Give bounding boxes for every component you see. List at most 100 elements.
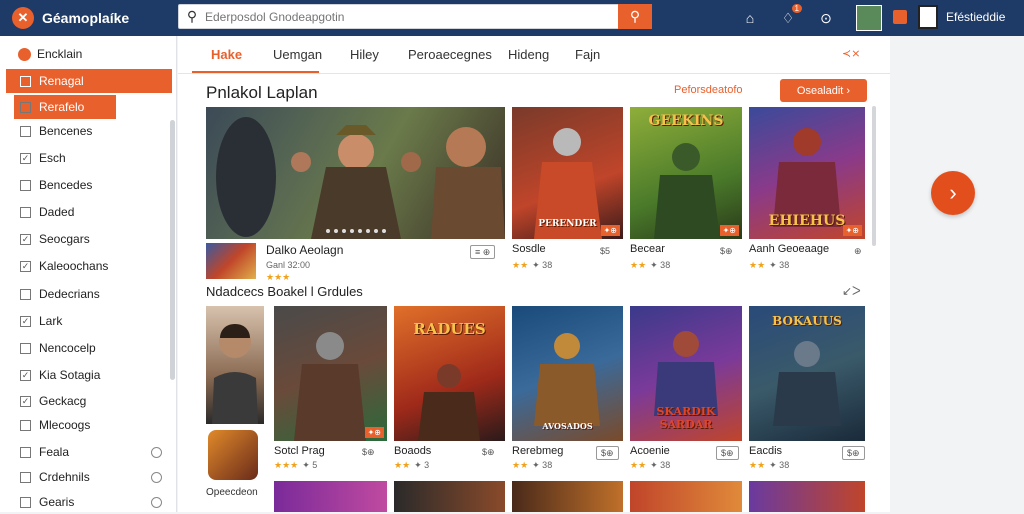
game-card-image[interactable]: RADUES (394, 306, 505, 441)
game-card-image[interactable]: BOKAUUS (749, 306, 865, 441)
card-banner-text: GEEKINS (648, 113, 724, 129)
row-more-icon[interactable]: ↙ᐳ (842, 284, 861, 298)
qr-code-icon[interactable] (918, 5, 938, 29)
game-card-image[interactable] (394, 481, 505, 512)
featured-title[interactable]: Dalko Aeolagn (266, 243, 343, 257)
top-bar: ✕ Géamoplaíke ⚲ ⚲ ⌂ ♢1 ⊙ Eféstieddie (0, 0, 1024, 36)
tab-fajn[interactable]: Fajn (575, 47, 600, 62)
settings-icon[interactable]: ⊙ (816, 10, 836, 27)
notification-badge: 1 (791, 3, 802, 13)
sidebar-item[interactable]: ✓ Kia Sotagia (6, 363, 172, 387)
card-title[interactable]: Sotcl Prag (274, 445, 325, 457)
search-input[interactable] (205, 5, 618, 28)
top-card-image[interactable]: EHIEHUS ✦⊕ (749, 107, 865, 239)
user-name[interactable]: Eféstieddie (946, 10, 1005, 24)
card-stars: ★★ ✦ 38 (630, 460, 670, 471)
game-card-image[interactable] (274, 481, 387, 512)
tab-more-icon[interactable]: ≺⨯ (842, 47, 860, 60)
tab-peroaecegnes[interactable]: Peroaecegnes (408, 47, 492, 62)
top-card-image[interactable]: GEEKINS ✦⊕ (630, 107, 742, 239)
profile-thumbnail[interactable] (206, 306, 264, 424)
featured-banner[interactable] (206, 107, 505, 239)
game-card-image[interactable]: SKARDIK SARDAR (630, 306, 742, 441)
price-label: $5 (600, 246, 611, 256)
search-button[interactable]: ⚲ (618, 4, 652, 29)
sidebar-item[interactable]: Nencocelp (6, 336, 172, 360)
checkbox-icon (20, 206, 31, 218)
sidebar-item[interactable]: ✓ Lark (6, 309, 172, 333)
header-icons: ⌂ ♢ 1 ⊙ (740, 0, 836, 36)
game-card-image[interactable]: AVOSADOS (512, 306, 623, 441)
main-scrollbar[interactable] (872, 106, 876, 246)
sidebar-scrollbar[interactable] (170, 120, 175, 380)
see-all-button[interactable]: Osealadit › (780, 79, 867, 102)
recommend-link[interactable]: Peforsdeatofo (674, 84, 743, 96)
card-title[interactable]: Sosdle (512, 243, 546, 255)
rating-count: ✦ 38 (650, 260, 671, 270)
card-title[interactable]: Rerebmeg (512, 445, 563, 457)
radio-icon[interactable] (151, 496, 162, 508)
sidebar-item-active[interactable]: Renagal (6, 69, 172, 93)
rating-count: ✦ 38 (650, 460, 671, 470)
card-stars: ★★ ✦ 38 (512, 460, 552, 471)
sidebar-item[interactable]: Bencenes (6, 119, 172, 143)
app-icon[interactable] (893, 10, 907, 24)
featured-action-button[interactable]: ≡ ⊕ (470, 245, 496, 259)
sidebar-item[interactable]: Mlecoogs (6, 413, 172, 437)
tab-hideng[interactable]: Hideng (508, 47, 549, 62)
sidebar-item-label: Encklain (37, 47, 83, 61)
checkbox-icon (20, 446, 31, 458)
tab-hake[interactable]: Hake (211, 47, 242, 62)
sidebar-subitem-active[interactable]: Rerafelo (14, 95, 116, 119)
card-banner-text: RADUES (413, 320, 486, 338)
sidebar-item[interactable]: ✓ Kaleoochans (6, 254, 172, 278)
card-stars: ★★★ ✦ 5 (274, 460, 317, 471)
card-banner-text: PERENDER (538, 219, 597, 229)
checkbox-icon (20, 471, 31, 483)
top-card-image[interactable]: ✦⊕ PERENDER (512, 107, 623, 239)
featured-thumbnail[interactable] (206, 243, 256, 279)
sidebar-item[interactable]: ✓ Esch (6, 146, 172, 170)
radio-icon[interactable] (151, 446, 162, 458)
card-title[interactable]: Aanh Geoeaage (749, 243, 829, 255)
game-card-image[interactable] (749, 481, 865, 512)
tab-hiley[interactable]: Hiley (350, 47, 379, 62)
avatar[interactable] (856, 5, 882, 31)
checkbox-icon (20, 342, 31, 354)
checkbox-icon (20, 288, 31, 300)
sidebar-item-label: Dedecrians (39, 287, 100, 301)
carousel-dots[interactable] (326, 229, 386, 233)
card-title[interactable]: Eacdis (749, 445, 782, 457)
sidebar-item[interactable]: ✓ Seocgars (6, 227, 172, 251)
sidebar-item[interactable]: Daded (6, 200, 172, 224)
sidebar-item-label: Kia Sotagia (39, 368, 101, 382)
checkbox-icon: ✓ (20, 233, 31, 245)
home-icon[interactable]: ⌂ (740, 10, 760, 26)
sidebar-item-label: Esch (39, 151, 66, 165)
app-thumbnail[interactable] (208, 430, 258, 480)
game-card-image[interactable] (512, 481, 623, 512)
sidebar-item[interactable]: Dedecrians (6, 282, 172, 306)
sidebar-item[interactable]: Crdehnils (6, 465, 172, 489)
game-card-image[interactable]: ✦⊕ (274, 306, 387, 441)
bell-icon[interactable]: ♢ 1 (778, 3, 802, 27)
sidebar-item-home[interactable]: Encklain (6, 42, 172, 66)
sidebar-item[interactable]: ✓ Geckacg (6, 389, 172, 413)
card-title[interactable]: Becear (630, 243, 665, 255)
carousel-next-button[interactable]: › (931, 171, 975, 215)
sidebar-item[interactable]: Bencedes (6, 173, 172, 197)
sidebar-item[interactable]: Feala (6, 440, 172, 464)
radio-icon[interactable] (151, 471, 162, 483)
sidebar-item-label: Bencedes (39, 178, 93, 192)
section-title: Pnlakol Laplan (206, 83, 318, 102)
featured-rating: Ganl 32:00 (266, 260, 311, 270)
checkbox-icon (20, 496, 31, 508)
card-title[interactable]: Boaods (394, 445, 431, 457)
tab-uemgan[interactable]: Uemgan (273, 47, 322, 62)
checkbox-icon (20, 419, 31, 431)
app-logo[interactable]: ✕ Géamoplaíke (12, 7, 162, 29)
sidebar-item[interactable]: Gearis (6, 490, 172, 514)
card-title[interactable]: Acoenie (630, 445, 670, 457)
rating-count: ✦ 38 (532, 260, 553, 270)
game-card-image[interactable] (630, 481, 742, 512)
